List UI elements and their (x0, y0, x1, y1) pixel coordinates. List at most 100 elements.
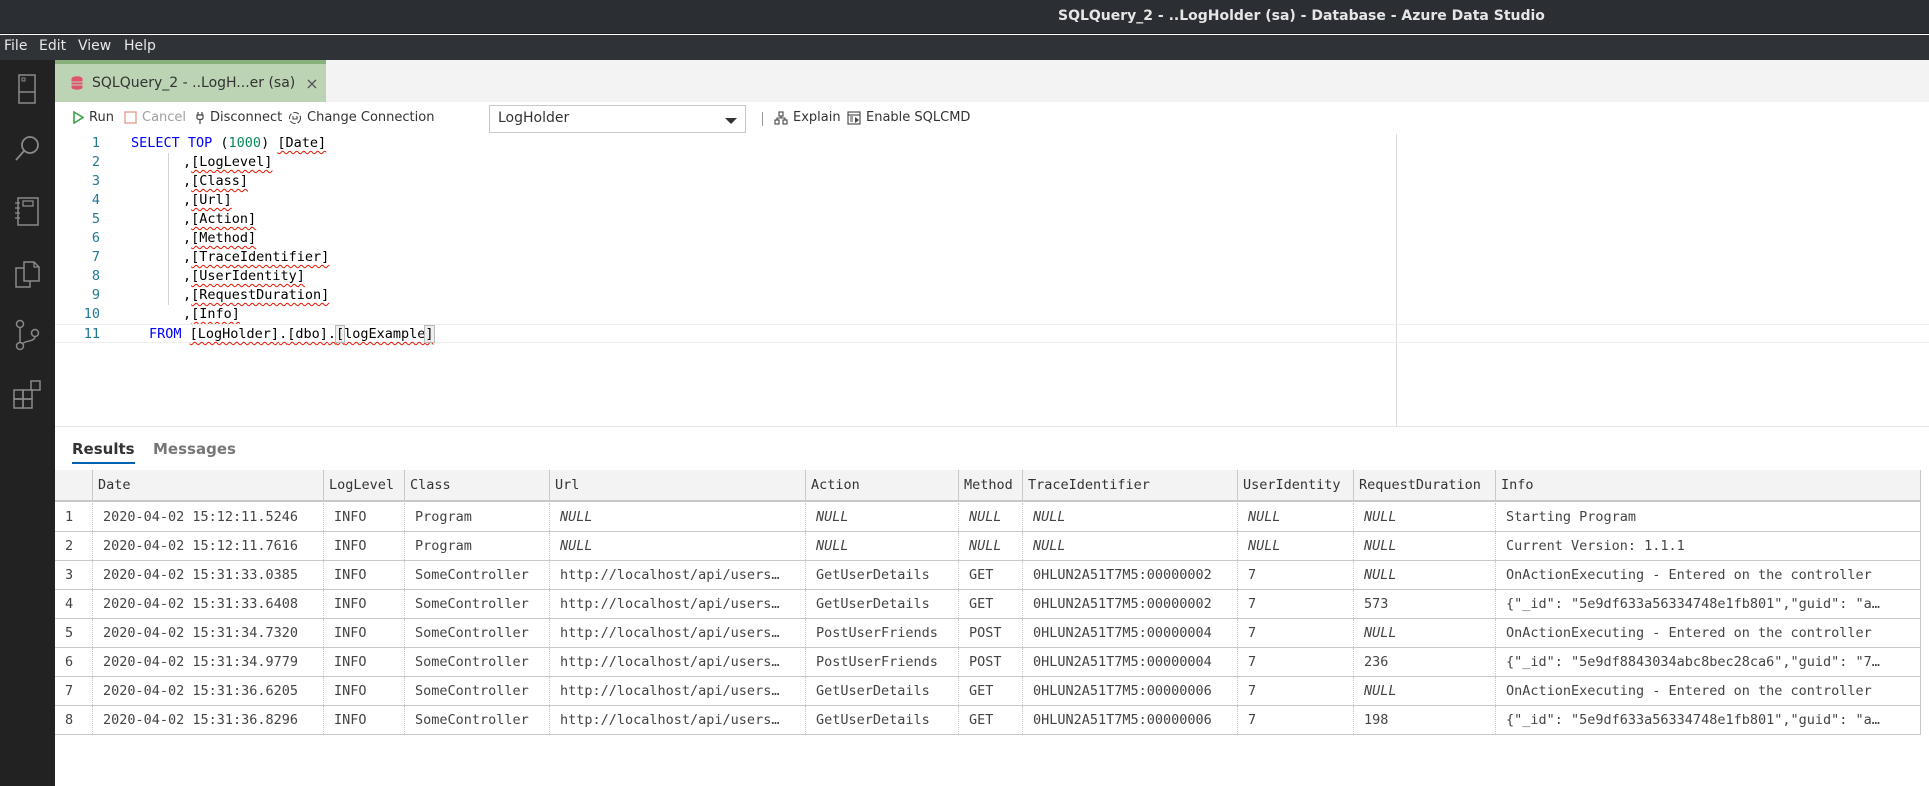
cell-class[interactable]: Program (404, 503, 549, 531)
activity-explorer[interactable] (10, 257, 44, 291)
cell-action[interactable]: GetUserDetails (805, 677, 958, 705)
cell-useridentity[interactable]: 7 (1237, 619, 1353, 647)
disconnect-button[interactable]: Disconnect (195, 110, 282, 125)
cell-action[interactable]: NULL (805, 532, 958, 560)
cell-class[interactable]: SomeController (404, 561, 549, 589)
cell-useridentity[interactable]: 7 (1237, 561, 1353, 589)
cell-row-number[interactable]: 6 (55, 648, 92, 676)
table-row[interactable]: 2 2020-04-02 15:12:11.7616 INFO Program NULL… (55, 532, 1921, 561)
cell-requestduration[interactable]: NULL (1353, 532, 1495, 560)
cell-useridentity[interactable]: NULL (1237, 532, 1353, 560)
cell-useridentity[interactable]: 7 (1237, 677, 1353, 705)
menu-file[interactable]: File (4, 38, 27, 54)
column-header-traceidentifier[interactable]: TraceIdentifier (1022, 470, 1237, 500)
cell-traceidentifier[interactable]: 0HLUN2A51T7M5:00000004 (1022, 619, 1237, 647)
column-header-date[interactable]: Date (92, 470, 323, 500)
cell-row-number[interactable]: 2 (55, 532, 92, 560)
cell-loglevel[interactable]: INFO (323, 648, 404, 676)
cell-row-number[interactable]: 1 (55, 503, 92, 531)
column-header-row-number[interactable] (55, 470, 92, 500)
cell-method[interactable]: POST (958, 648, 1022, 676)
cell-requestduration[interactable]: NULL (1353, 619, 1495, 647)
cell-row-number[interactable]: 5 (55, 619, 92, 647)
column-header-method[interactable]: Method (958, 470, 1022, 500)
cell-requestduration[interactable]: NULL (1353, 503, 1495, 531)
cell-action[interactable]: PostUserFriends (805, 619, 958, 647)
cell-loglevel[interactable]: INFO (323, 532, 404, 560)
cell-url[interactable]: http://localhost/api/users… (549, 706, 805, 734)
cell-loglevel[interactable]: INFO (323, 590, 404, 618)
table-row[interactable]: 3 2020-04-02 15:31:33.0385 INFO SomeControl… (55, 561, 1921, 590)
column-header-action[interactable]: Action (805, 470, 958, 500)
cell-url[interactable]: NULL (549, 532, 805, 560)
cell-class[interactable]: Program (404, 532, 549, 560)
cell-action[interactable]: GetUserDetails (805, 590, 958, 618)
activity-source-control[interactable] (10, 318, 44, 352)
cell-action[interactable]: GetUserDetails (805, 706, 958, 734)
cell-info[interactable]: Current Version: 1.1.1 (1495, 532, 1920, 560)
cell-requestduration[interactable]: 198 (1353, 706, 1495, 734)
cell-loglevel[interactable]: INFO (323, 619, 404, 647)
column-header-useridentity[interactable]: UserIdentity (1237, 470, 1353, 500)
cell-loglevel[interactable]: INFO (323, 561, 404, 589)
cell-row-number[interactable]: 7 (55, 677, 92, 705)
cell-class[interactable]: SomeController (404, 648, 549, 676)
cell-date[interactable]: 2020-04-02 15:31:34.7320 (92, 619, 323, 647)
cell-useridentity[interactable]: NULL (1237, 503, 1353, 531)
cell-action[interactable]: NULL (805, 503, 958, 531)
cell-date[interactable]: 2020-04-02 15:12:11.5246 (92, 503, 323, 531)
cell-useridentity[interactable]: 7 (1237, 590, 1353, 618)
cell-loglevel[interactable]: INFO (323, 503, 404, 531)
cell-method[interactable]: GET (958, 561, 1022, 589)
cell-method[interactable]: GET (958, 706, 1022, 734)
cell-method[interactable]: NULL (958, 532, 1022, 560)
table-row[interactable]: 4 2020-04-02 15:31:33.6408 INFO SomeControl… (55, 590, 1921, 619)
cell-method[interactable]: GET (958, 677, 1022, 705)
cell-useridentity[interactable]: 7 (1237, 648, 1353, 676)
table-row[interactable]: 7 2020-04-02 15:31:36.6205 INFO SomeControl… (55, 677, 1921, 706)
cell-class[interactable]: SomeController (404, 677, 549, 705)
cell-info[interactable]: Starting Program (1495, 503, 1920, 531)
activity-connections[interactable] (10, 72, 44, 106)
cell-class[interactable]: SomeController (404, 590, 549, 618)
cell-date[interactable]: 2020-04-02 15:31:34.9779 (92, 648, 323, 676)
cell-date[interactable]: 2020-04-02 15:31:36.6205 (92, 677, 323, 705)
cell-traceidentifier[interactable]: 0HLUN2A51T7M5:00000006 (1022, 706, 1237, 734)
cell-url[interactable]: http://localhost/api/users… (549, 561, 805, 589)
cell-info[interactable]: {"_id": "5e9df633a56334748e1fb801","guid… (1495, 706, 1920, 734)
column-header-loglevel[interactable]: LogLevel (323, 470, 404, 500)
explain-button[interactable]: Explain (774, 110, 841, 125)
menu-help[interactable]: Help (124, 38, 156, 54)
cell-requestduration[interactable]: 573 (1353, 590, 1495, 618)
cell-traceidentifier[interactable]: 0HLUN2A51T7M5:00000004 (1022, 648, 1237, 676)
cell-traceidentifier[interactable]: 0HLUN2A51T7M5:00000006 (1022, 677, 1237, 705)
run-button[interactable]: Run (73, 110, 114, 125)
cell-requestduration[interactable]: NULL (1353, 561, 1495, 589)
cell-date[interactable]: 2020-04-02 15:12:11.7616 (92, 532, 323, 560)
database-select[interactable]: LogHolder (489, 105, 746, 133)
cell-traceidentifier[interactable]: 0HLUN2A51T7M5:00000002 (1022, 590, 1237, 618)
cell-requestduration[interactable]: NULL (1353, 677, 1495, 705)
cell-row-number[interactable]: 3 (55, 561, 92, 589)
cell-method[interactable]: POST (958, 619, 1022, 647)
cell-loglevel[interactable]: INFO (323, 706, 404, 734)
cell-traceidentifier[interactable]: NULL (1022, 532, 1237, 560)
activity-notebooks[interactable] (10, 195, 44, 229)
cell-class[interactable]: SomeController (404, 706, 549, 734)
cell-url[interactable]: http://localhost/api/users… (549, 619, 805, 647)
tab-messages[interactable]: Messages (153, 440, 236, 458)
column-header-class[interactable]: Class (404, 470, 549, 500)
cell-row-number[interactable]: 4 (55, 590, 92, 618)
cell-info[interactable]: {"_id": "5e9df633a56334748e1fb801","guid… (1495, 590, 1920, 618)
cell-info[interactable]: OnActionExecuting - Entered on the contr… (1495, 619, 1920, 647)
cell-traceidentifier[interactable]: NULL (1022, 503, 1237, 531)
close-icon[interactable]: × (305, 74, 318, 93)
table-row[interactable]: 5 2020-04-02 15:31:34.7320 INFO SomeControl… (55, 619, 1921, 648)
sql-editor[interactable]: 1 SELECT TOP (1000) [Date] 2 ,[LogLevel]… (55, 134, 1929, 426)
cell-date[interactable]: 2020-04-02 15:31:33.0385 (92, 561, 323, 589)
cell-row-number[interactable]: 8 (55, 706, 92, 734)
table-row[interactable]: 1 2020-04-02 15:12:11.5246 INFO Program NULL… (55, 503, 1921, 532)
menu-edit[interactable]: Edit (39, 38, 66, 54)
table-row[interactable]: 6 2020-04-02 15:31:34.9779 INFO SomeControl… (55, 648, 1921, 677)
change-connection-button[interactable]: Change Connection (288, 110, 434, 125)
